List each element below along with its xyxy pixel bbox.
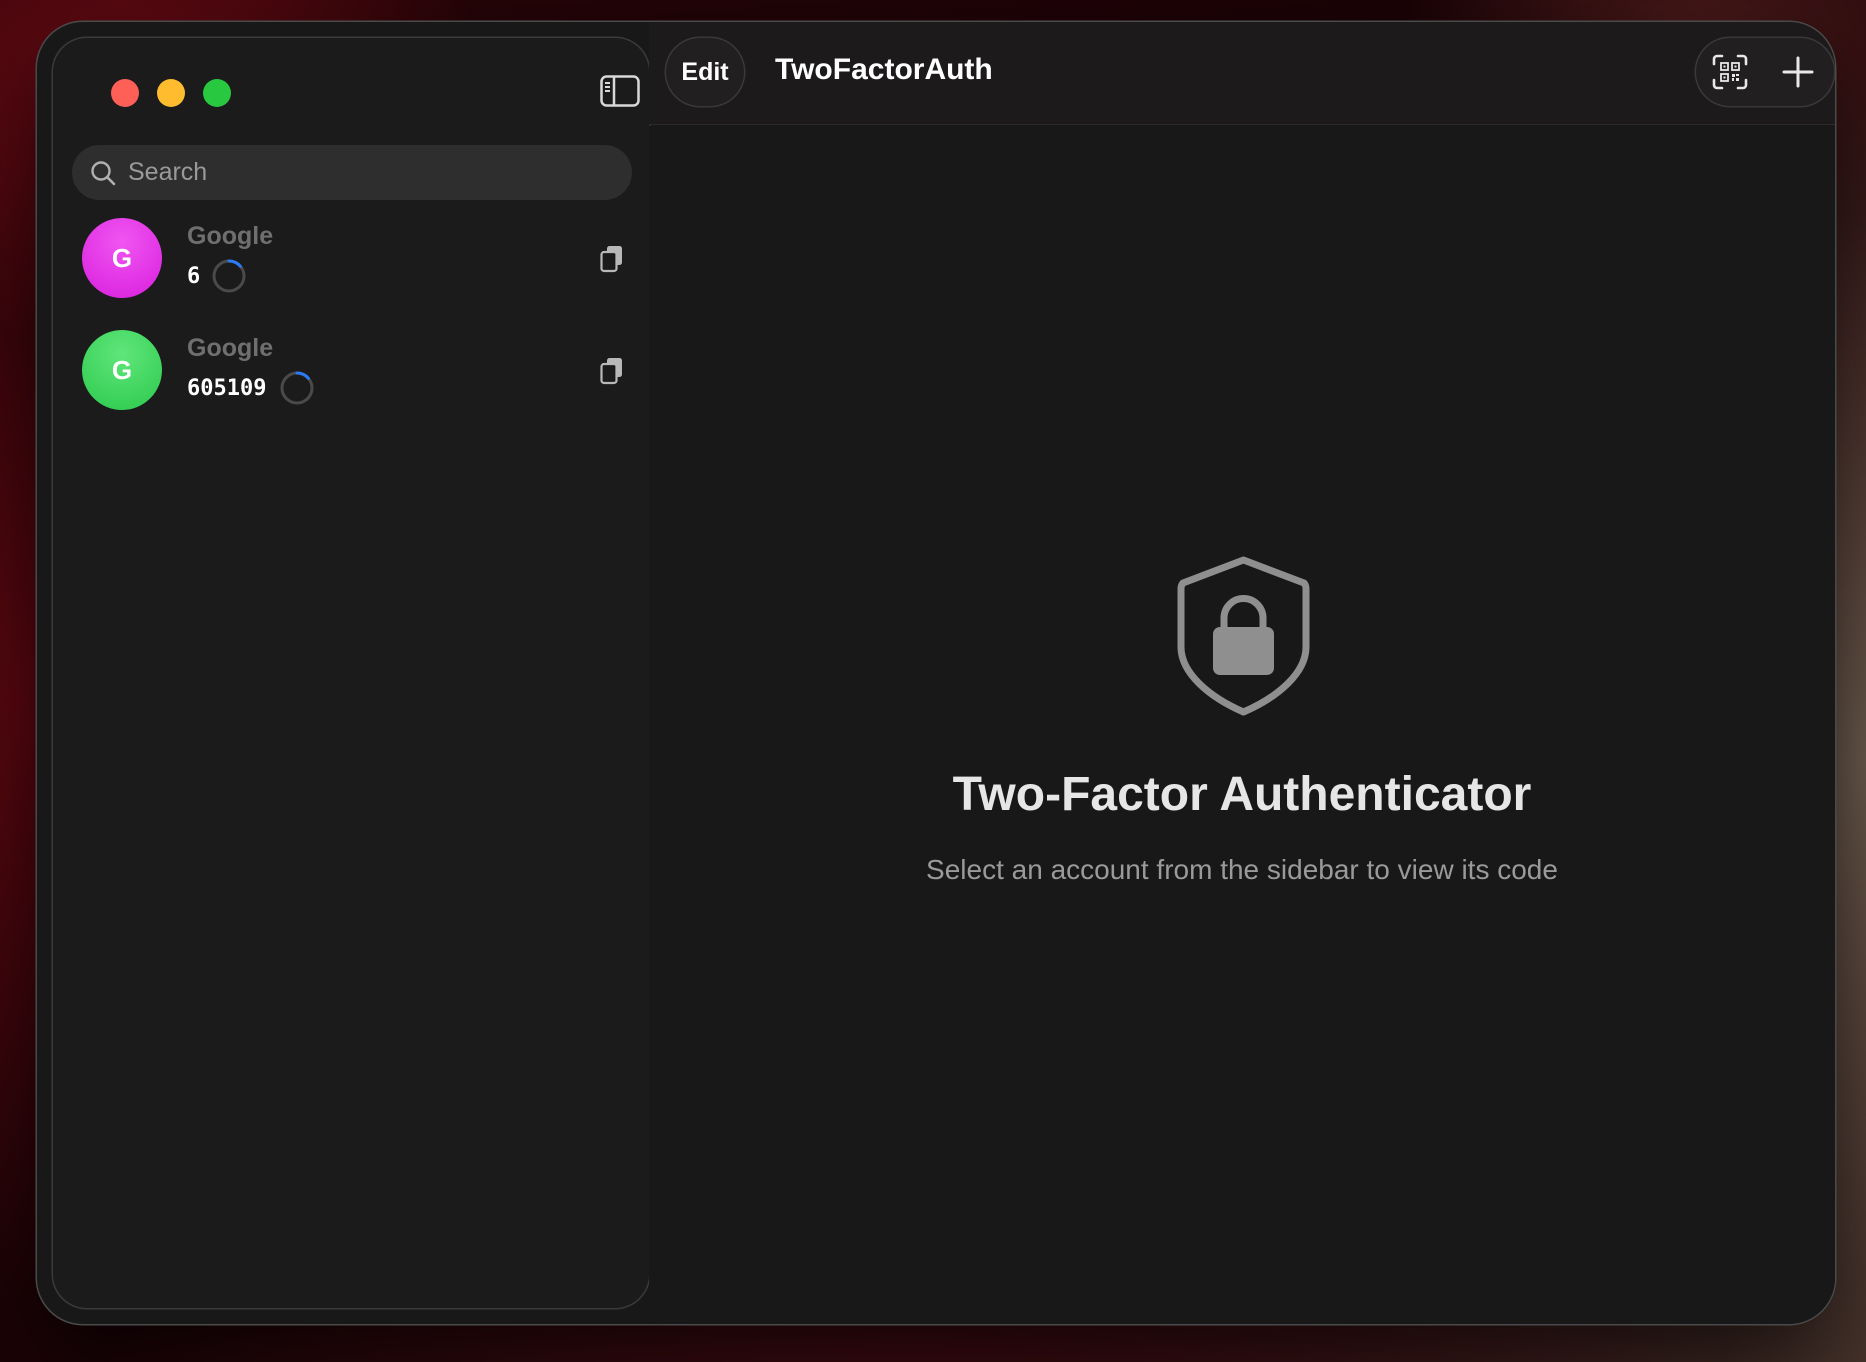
- qr-scan-icon[interactable]: [1712, 54, 1748, 90]
- shield-lock-icon: [1176, 555, 1311, 717]
- account-row[interactable]: G Google 6: [82, 218, 632, 300]
- account-row[interactable]: G Google 605109: [82, 330, 632, 412]
- avatar-initial: G: [111, 242, 133, 273]
- window-title: TwoFactorAuth: [775, 53, 993, 86]
- copy-icon[interactable]: [598, 356, 626, 386]
- account-code: 6: [187, 264, 201, 289]
- detail-pane: Two-Factor Authenticator Select an accou…: [649, 126, 1835, 1324]
- countdown-ring-icon: [280, 371, 314, 405]
- avatar: G: [82, 330, 162, 410]
- account-name: Google: [187, 222, 274, 250]
- search-placeholder: Search: [128, 158, 208, 186]
- app-window: Search G Google 6 G Google 605109 Edit T…: [37, 22, 1835, 1324]
- plus-icon[interactable]: [1780, 54, 1816, 90]
- zoom-button[interactable]: [203, 79, 231, 107]
- search-field[interactable]: Search: [72, 145, 632, 200]
- countdown-ring-icon: [212, 259, 246, 293]
- avatar: G: [82, 218, 162, 298]
- avatar-initial: G: [111, 354, 133, 385]
- toolbar-actions: [1696, 38, 1834, 106]
- sidebar-toggle-icon[interactable]: [600, 75, 640, 107]
- toolbar: Edit TwoFactorAuth: [649, 22, 1835, 125]
- empty-state-subtitle: Select an account from the sidebar to vi…: [926, 854, 1558, 885]
- sidebar: Search G Google 6 G Google 605109: [53, 38, 649, 1308]
- copy-icon[interactable]: [598, 244, 626, 274]
- account-code: 605109: [187, 376, 267, 401]
- minimize-button[interactable]: [157, 79, 185, 107]
- close-button[interactable]: [111, 79, 139, 107]
- empty-state-title: Two-Factor Authenticator: [952, 768, 1532, 821]
- account-name: Google: [187, 334, 274, 362]
- search-icon: [90, 160, 116, 186]
- edit-button[interactable]: Edit: [666, 38, 744, 106]
